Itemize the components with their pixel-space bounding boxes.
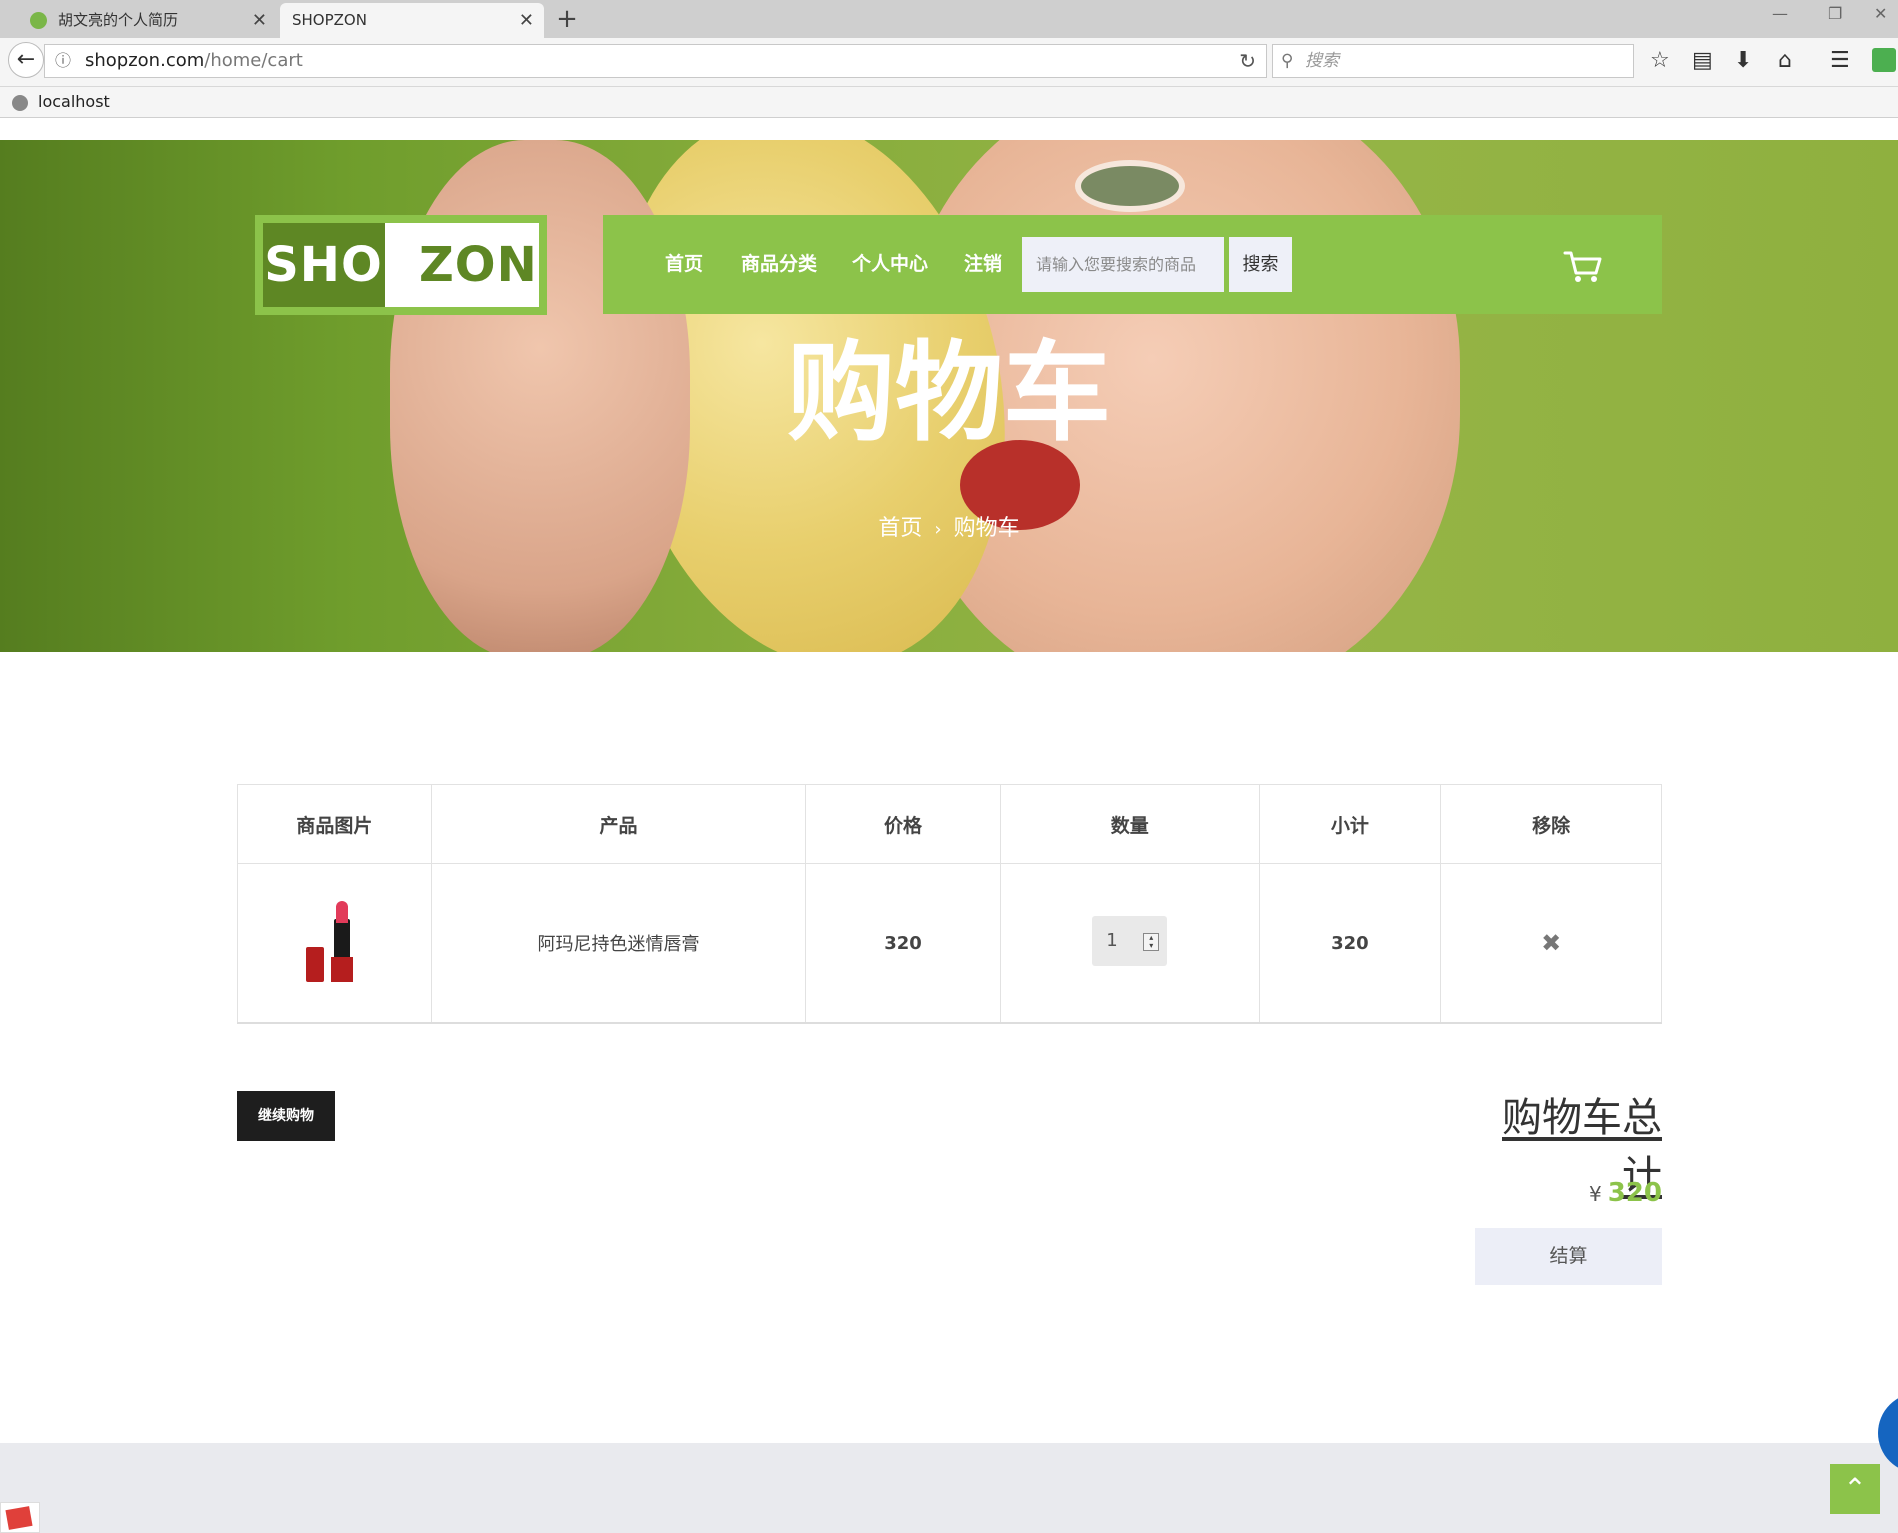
quantity-cell: 1 ▴ ▾ [999,863,1260,1024]
address-bar[interactable]: ⓘ shopzon.com/home/cart ↻ [44,44,1267,78]
column-header-remove: 移除 [1440,784,1662,864]
minimize-icon[interactable]: — [1772,4,1788,23]
back-icon[interactable]: ← [8,42,44,78]
table-row: 阿玛尼持色迷情唇膏 320 1 ▴ ▾ 320 ✖ [237,863,1662,1024]
info-icon[interactable]: ⓘ [55,45,71,77]
breadcrumb-home[interactable]: 首页 [878,516,922,541]
breadcrumb: 首页 › 购物车 [0,510,1898,542]
product-search-input[interactable]: 请输入您要搜索的商品 [1022,237,1224,292]
cart-icon[interactable] [1563,249,1603,283]
remove-icon[interactable]: ✖ [1541,929,1561,957]
nav-logout[interactable]: 注销 [964,215,1002,314]
navigation-toolbar: ← ⓘ shopzon.com/home/cart ↻ ⚲ 搜索 ☆ ▤ ⬇ ⌂… [0,38,1898,87]
currency-symbol: ¥ [1588,1182,1602,1206]
browser-search-input[interactable]: ⚲ 搜索 [1272,44,1634,78]
arrow-up-icon[interactable]: ⌃ [1830,1464,1880,1514]
product-name[interactable]: 阿玛尼持色迷情唇膏 [430,863,807,1024]
table-header-row: 商品图片 产品 价格 数量 小计 移除 [237,784,1662,864]
tab-resume[interactable]: 胡文亮的个人简历 ✕ [14,3,277,38]
total-value: 320 [1607,1178,1662,1208]
logo-text: SHOPZON [264,237,538,293]
cart-total-amount: ¥320 [1500,1178,1662,1208]
quantity-value: 1 [1106,929,1118,951]
footer [0,1443,1898,1533]
column-header-price: 价格 [805,784,1001,864]
breadcrumb-current: 购物车 [953,516,1020,541]
globe-icon [12,95,28,111]
remove-cell: ✖ [1440,863,1662,1024]
browser-tab-bar: 胡文亮的个人简历 ✕ SHOPZON ✕ + — ❐ ✕ [0,0,1898,38]
app-corner-icon[interactable] [0,1502,40,1533]
product-subtotal: 320 [1258,863,1442,1024]
search-icon: ⚲ [1281,51,1294,71]
search-placeholder: 搜索 [1305,51,1339,71]
restore-icon[interactable]: ❐ [1828,4,1842,23]
reader-icon[interactable]: ▤ [1692,48,1713,74]
product-image[interactable] [304,897,364,989]
tab-title: SHOPZON [292,11,367,29]
continue-shopping-button[interactable]: 继续购物 [237,1091,335,1141]
quantity-stepper[interactable]: 1 ▴ ▾ [1092,915,1168,966]
page-title: 购物车 [786,331,1111,456]
window-close-icon[interactable]: ✕ [1874,4,1887,23]
product-search-button[interactable]: 搜索 [1229,237,1292,292]
home-icon[interactable]: ⌂ [1778,48,1792,74]
product-image-cell [237,863,432,1024]
cart-table: 商品图片 产品 价格 数量 小计 移除 阿玛尼持色迷情唇膏 320 1 ▴ ▾ 3… [237,784,1662,1024]
site-logo[interactable]: SHOPZON [255,215,547,315]
close-icon[interactable]: ✕ [252,3,267,38]
column-header-quantity: 数量 [999,784,1260,864]
tab-shopzon[interactable]: SHOPZON ✕ [280,3,544,38]
product-price: 320 [805,863,1001,1024]
menu-icon[interactable]: ☰ [1830,48,1850,74]
main-navigation: 首页 商品分类 个人中心 注销 请输入您要搜索的商品 搜索 [603,215,1662,314]
hero-eye-image [1075,160,1185,212]
breadcrumb-separator: › [934,519,942,540]
column-header-subtotal: 小计 [1258,784,1442,864]
spinner-icon[interactable]: ▴ ▾ [1143,932,1160,951]
bookmarks-bar: localhost [0,87,1898,118]
bookmark-localhost[interactable]: localhost [38,87,110,117]
column-header-image: 商品图片 [237,784,432,864]
extension-icon[interactable] [1872,48,1896,72]
reload-icon[interactable]: ↻ [1239,45,1256,77]
nav-categories[interactable]: 商品分类 [741,215,817,314]
column-header-product: 产品 [430,784,807,864]
download-icon[interactable]: ⬇ [1734,48,1752,74]
address-url: shopzon.com/home/cart [85,50,303,71]
star-icon[interactable]: ☆ [1650,48,1670,74]
close-icon[interactable]: ✕ [519,3,534,38]
checkout-button[interactable]: 结算 [1475,1228,1662,1285]
resume-favicon-icon [30,12,47,29]
nav-home[interactable]: 首页 [665,215,703,314]
new-tab-button[interactable]: + [552,3,582,35]
tab-title: 胡文亮的个人简历 [58,11,179,29]
nav-profile[interactable]: 个人中心 [852,215,928,314]
